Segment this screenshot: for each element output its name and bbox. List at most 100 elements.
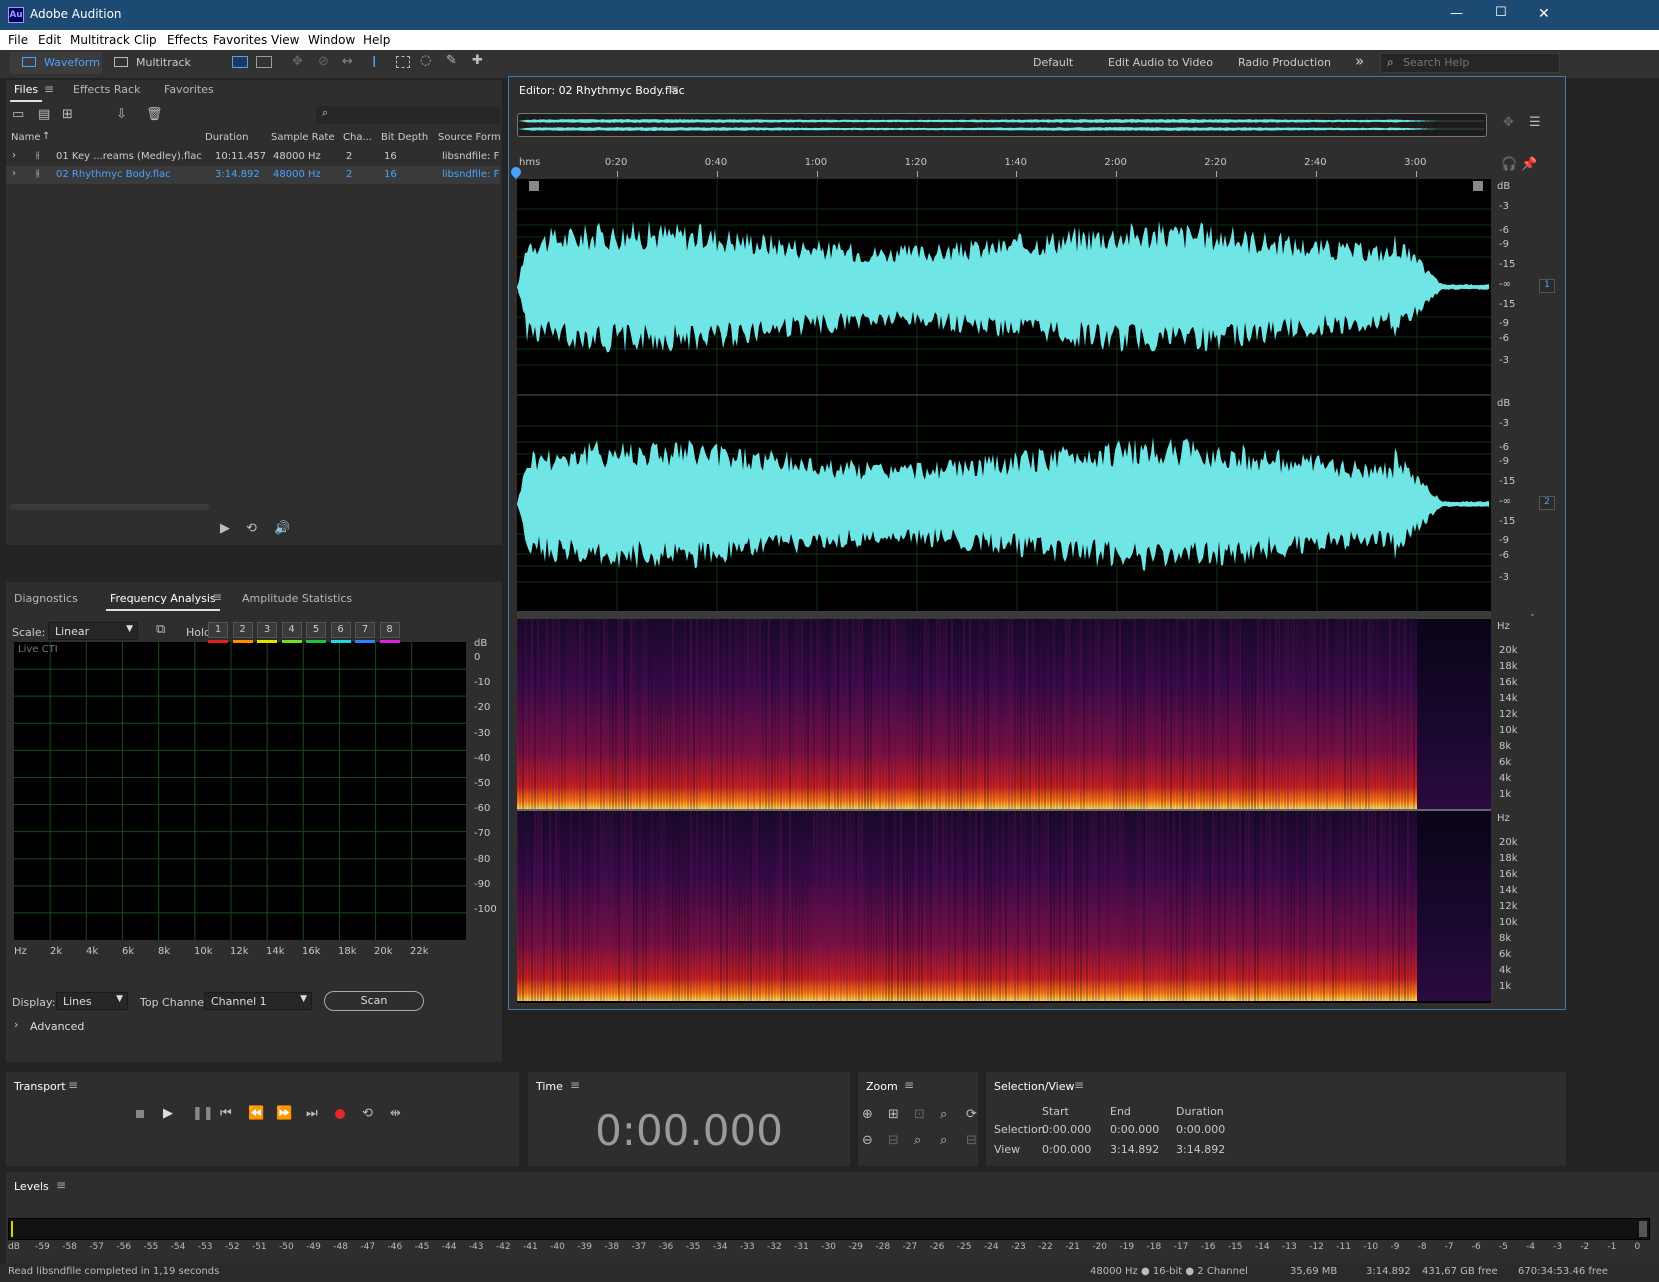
healing-tool-icon[interactable]: ✚: [472, 53, 483, 68]
view-end[interactable]: 3:14.892: [1110, 1143, 1159, 1156]
slip-tool-icon[interactable]: ↔: [342, 54, 353, 69]
level-meter[interactable]: [8, 1218, 1650, 1240]
maximize-button[interactable]: ☐: [1495, 5, 1507, 20]
workspace-edit-audio-video[interactable]: Edit Audio to Video: [1108, 56, 1213, 69]
zoom-out-amplitude-icon[interactable]: ⊟: [888, 1133, 899, 1148]
display-divider[interactable]: [517, 611, 1491, 619]
view-duration[interactable]: 3:14.892: [1176, 1143, 1225, 1156]
close-button[interactable]: ✕: [1538, 6, 1550, 22]
col-source-format[interactable]: Source Form...: [438, 132, 500, 143]
tool-pitch-icon[interactable]: [256, 56, 272, 68]
time-menu-icon[interactable]: ≡: [570, 1078, 580, 1092]
expand-icon[interactable]: ›: [12, 150, 16, 161]
time-selection-tool-icon[interactable]: I: [372, 53, 376, 71]
pause-icon[interactable]: ❚❚: [192, 1106, 214, 1121]
menu-help[interactable]: Help: [363, 33, 390, 47]
selection-duration[interactable]: 0:00.000: [1176, 1123, 1225, 1136]
zoom-reset-icon[interactable]: ⟳: [966, 1107, 977, 1122]
files-scrollbar[interactable]: [10, 504, 210, 510]
selection-menu-icon[interactable]: ≡: [1074, 1078, 1084, 1092]
hold-button-4[interactable]: 4: [281, 622, 302, 638]
zoom-out-full-icon[interactable]: ⌕: [940, 1133, 947, 1148]
tool-spectral-icon[interactable]: [232, 56, 248, 68]
minimize-button[interactable]: —: [1450, 6, 1463, 21]
col-duration[interactable]: Duration: [205, 132, 248, 143]
pin-icon[interactable]: 📌: [1521, 157, 1537, 172]
loop-icon[interactable]: ⟲: [362, 1106, 373, 1121]
panel-menu-icon[interactable]: ≡: [212, 590, 222, 604]
timeline-ruler[interactable]: hms 0:20 0:40 1:00 1:20 1:40 2:00 2:20 2:40 3:00: [517, 155, 1491, 177]
view-start[interactable]: 0:00.000: [1042, 1143, 1091, 1156]
chevron-down-icon[interactable]: ⌄: [1529, 609, 1536, 618]
skip-selection-icon[interactable]: ⇹: [390, 1106, 401, 1121]
zoom-out-icon[interactable]: ⊖: [862, 1133, 873, 1148]
col-sample-rate[interactable]: Sample Rate: [271, 132, 335, 143]
selection-end[interactable]: 0:00.000: [1110, 1123, 1159, 1136]
frequency-graph[interactable]: Live CTI: [14, 642, 466, 940]
zoom-in-point-icon[interactable]: ⌕: [940, 1107, 947, 1122]
expand-icon[interactable]: ›: [12, 168, 16, 179]
zoom-selection-icon[interactable]: ⊡: [914, 1107, 925, 1122]
scan-button[interactable]: Scan: [324, 991, 424, 1011]
menu-view[interactable]: View: [271, 33, 299, 47]
hold-button-3[interactable]: 3: [257, 622, 277, 638]
tab-frequency-analysis[interactable]: Frequency Analysis: [106, 592, 220, 611]
col-channels[interactable]: Cha...: [343, 132, 372, 143]
transport-menu-icon[interactable]: ≡: [68, 1078, 78, 1092]
hold-button-6[interactable]: 6: [330, 622, 351, 638]
channel-enable-button[interactable]: 2: [1539, 496, 1555, 510]
time-display[interactable]: 0:00.000: [528, 1106, 850, 1155]
corner-handle-icon[interactable]: [1473, 181, 1483, 191]
zoom-out-point-icon[interactable]: ⌕: [914, 1133, 921, 1148]
copy-icon[interactable]: ⧉: [156, 622, 165, 637]
advanced-label[interactable]: Advanced: [30, 1020, 84, 1033]
brush-tool-icon[interactable]: ✎: [446, 53, 457, 68]
rewind-icon[interactable]: ⏪: [248, 1106, 264, 1121]
tab-amplitude-statistics[interactable]: Amplitude Statistics: [242, 592, 352, 605]
marquee-tool-icon[interactable]: [396, 56, 410, 68]
workspace-radio-production[interactable]: Radio Production: [1238, 56, 1331, 69]
move-tool-icon[interactable]: ✥: [292, 54, 303, 69]
tab-favorites[interactable]: Favorites: [164, 83, 214, 96]
import-icon[interactable]: ▤: [38, 107, 50, 122]
skip-back-icon[interactable]: ⏮: [220, 1106, 232, 1121]
tab-diagnostics[interactable]: Diagnostics: [14, 592, 78, 605]
menu-multitrack[interactable]: Multitrack: [70, 33, 130, 47]
hold-button-7[interactable]: 7: [355, 622, 375, 638]
multitrack-view-button[interactable]: Multitrack: [108, 52, 200, 74]
menu-favorites[interactable]: Favorites: [213, 33, 267, 47]
search-help-field[interactable]: ⌕: [1380, 53, 1560, 73]
workspace-default[interactable]: Default: [1033, 56, 1073, 69]
menu-effects[interactable]: Effects: [167, 33, 208, 47]
clip-indicator[interactable]: [1639, 1221, 1647, 1237]
zoom-in-icon[interactable]: ⊕: [862, 1107, 873, 1122]
levels-menu-icon[interactable]: ≡: [56, 1178, 66, 1192]
corner-handle-icon[interactable]: [529, 181, 539, 191]
hold-button-2[interactable]: 2: [232, 622, 253, 638]
menu-file[interactable]: File: [8, 33, 28, 47]
trash-icon[interactable]: 🗑: [146, 107, 163, 122]
hold-button-1[interactable]: 1: [208, 622, 228, 638]
spectral-display[interactable]: [517, 619, 1491, 1003]
waveform-view-button[interactable]: Waveform: [10, 52, 102, 74]
zoom-menu-icon[interactable]: ≡: [904, 1078, 914, 1092]
razor-tool-icon[interactable]: ⊘: [318, 54, 329, 69]
table-row[interactable]: › ⫲ 01 Key ...reams (Medley).flac 10:11.…: [6, 148, 500, 166]
record-icon[interactable]: [335, 1109, 345, 1119]
zoom-to-selection-icon[interactable]: ✥: [1503, 115, 1514, 130]
hold-button-8[interactable]: 8: [379, 622, 400, 638]
search-help-input[interactable]: [1403, 56, 1553, 69]
tab-files[interactable]: Files: [9, 83, 43, 102]
zoom-in-amplitude-icon[interactable]: ⊞: [888, 1107, 899, 1122]
top-channel-dropdown[interactable]: Channel 1 ▼: [204, 992, 312, 1010]
autoplay-icon[interactable]: 🔊: [274, 521, 290, 536]
channel-enable-button[interactable]: 1: [1539, 279, 1555, 293]
table-row[interactable]: › ⫲ 02 Rhythmyc Body.flac 3:14.892 48000…: [6, 166, 500, 184]
open-folder-icon[interactable]: ▭: [12, 107, 24, 122]
stop-icon[interactable]: [136, 1110, 144, 1118]
editor-menu-icon[interactable]: ≡: [669, 82, 679, 96]
loop-preview-icon[interactable]: ⟲: [246, 521, 257, 536]
zoom-track-icon[interactable]: ⊟: [966, 1133, 977, 1148]
menu-edit[interactable]: Edit: [38, 33, 61, 47]
overview-menu-icon[interactable]: ☰: [1529, 115, 1541, 130]
